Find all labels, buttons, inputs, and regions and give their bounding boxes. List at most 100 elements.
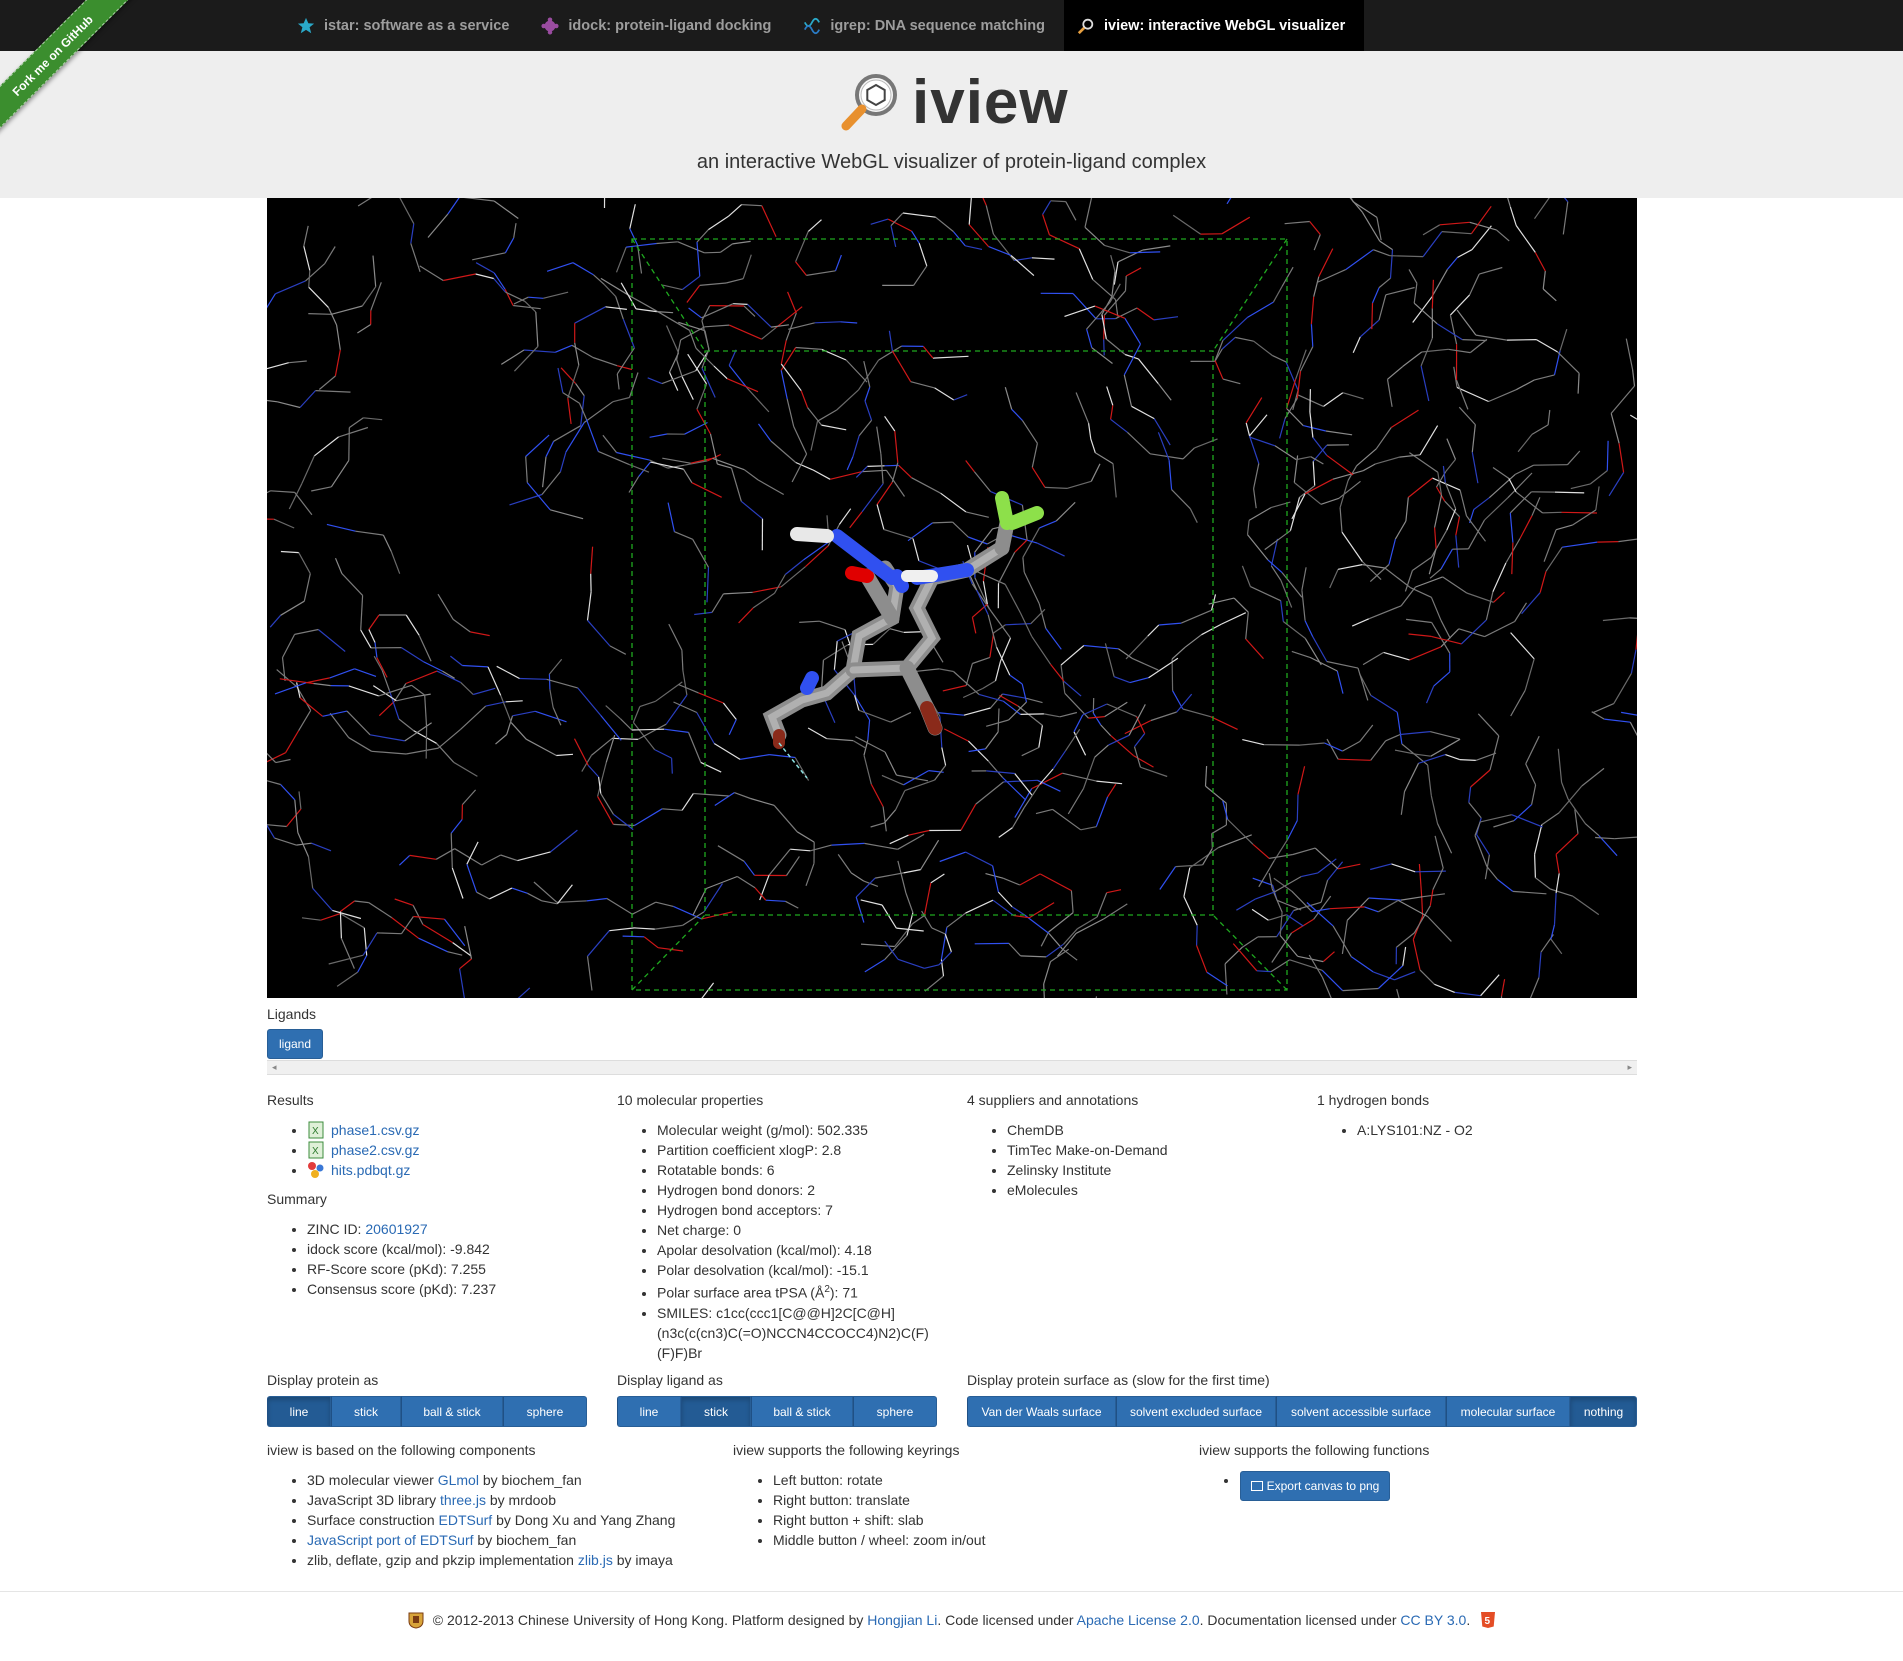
protein-bond	[952, 521, 969, 538]
protein-bond	[1614, 836, 1637, 840]
glmol-link[interactable]: GLmol	[438, 1472, 479, 1488]
apache-license-link[interactable]: Apache License 2.0	[1077, 1612, 1200, 1628]
protein-bond	[1570, 483, 1591, 490]
smiles-line: (n3c(c(cn3)C(=O)NCCN4CCOCC4)N2)C(F)	[657, 1324, 929, 1341]
protein-bond	[880, 453, 884, 484]
protein-bond	[1110, 418, 1128, 433]
protein-stick-button[interactable]: stick	[331, 1396, 401, 1427]
ligand-sphere-button[interactable]: sphere	[853, 1396, 937, 1427]
protein-bond	[1038, 603, 1047, 629]
list-item: Partition coefficient xlogP: 2.8	[657, 1140, 947, 1160]
designer-link[interactable]: Hongjian Li	[867, 1612, 937, 1628]
protein-bond	[1320, 497, 1340, 505]
export-canvas-button[interactable]: Export canvas to png	[1240, 1471, 1390, 1501]
protein-bond	[1514, 602, 1528, 622]
protein-bond	[1535, 877, 1551, 890]
molecule-viewer-canvas[interactable]	[267, 198, 1637, 998]
protein-bond	[1531, 424, 1549, 435]
protein-bond	[855, 696, 871, 721]
protein-bond	[1529, 977, 1540, 998]
protein-bond	[267, 780, 281, 786]
protein-bond	[1480, 814, 1512, 823]
protein-bond	[1246, 301, 1274, 319]
file-link-phase1[interactable]: phase1.csv.gz	[331, 1122, 419, 1138]
cc-license-link[interactable]: CC BY 3.0	[1400, 1612, 1466, 1628]
protein-bond	[668, 371, 679, 391]
protein-bond	[1304, 478, 1334, 495]
protein-bond	[466, 864, 478, 893]
protein-bond	[1043, 713, 1061, 718]
protein-bond	[858, 419, 873, 436]
protein-bond	[1534, 854, 1536, 878]
protein-bond	[698, 692, 724, 704]
ligand-line-button[interactable]: line	[617, 1396, 681, 1427]
protein-bond	[341, 573, 364, 596]
svg-text:X: X	[312, 1146, 319, 1157]
protein-bond	[299, 697, 323, 717]
zlibjs-link[interactable]: zlib.js	[578, 1552, 613, 1568]
edtsurf-link[interactable]: EDTSurf	[439, 1512, 493, 1528]
protein-bond	[850, 872, 865, 882]
protein-bond	[1134, 733, 1146, 748]
edtsurf-js-port-link[interactable]: JavaScript port of EDTSurf	[307, 1532, 474, 1548]
protein-bond	[682, 468, 693, 484]
protein-bond	[475, 262, 495, 274]
keyrings-list: Left button: rotate Right button: transl…	[733, 1470, 1173, 1550]
scroll-left-icon[interactable]: ◂	[272, 1062, 277, 1073]
protein-bond	[673, 701, 698, 714]
vdw-surface-button[interactable]: Van der Waals surface	[967, 1396, 1116, 1427]
tab-idock[interactable]: idock: protein-ligand docking	[528, 0, 790, 51]
ligand-ball-stick-button[interactable]: ball & stick	[751, 1396, 853, 1427]
protein-bond	[1542, 511, 1562, 514]
protein-line-button[interactable]: line	[267, 1396, 331, 1427]
protein-bond	[1124, 353, 1139, 360]
protein-bond	[1210, 716, 1238, 730]
protein-bond	[267, 362, 289, 370]
ligand-button[interactable]: ligand	[267, 1029, 323, 1059]
protein-bond	[1105, 338, 1126, 355]
protein-bond	[329, 712, 350, 739]
protein-sphere-button[interactable]: sphere	[503, 1396, 587, 1427]
file-link-hits[interactable]: hits.pdbqt.gz	[331, 1162, 410, 1178]
tab-igrep[interactable]: igrep: DNA sequence matching	[790, 0, 1064, 51]
protein-bond	[1310, 456, 1324, 465]
protein-bond	[912, 538, 920, 561]
protein-bond	[1253, 340, 1273, 357]
threejs-link[interactable]: three.js	[440, 1492, 486, 1508]
protein-bond	[700, 761, 722, 773]
protein-bond	[867, 719, 871, 741]
tab-istar[interactable]: istar: software as a service	[284, 0, 528, 51]
protein-bond	[1205, 785, 1227, 804]
protein-bond	[587, 619, 611, 647]
protein-bond	[1253, 488, 1257, 509]
protein-bond	[552, 707, 562, 726]
protein-bond	[481, 854, 501, 866]
protein-wireframe	[267, 198, 1637, 998]
file-link-phase2[interactable]: phase2.csv.gz	[331, 1142, 419, 1158]
protein-bond	[1103, 903, 1128, 920]
protein-bond	[328, 954, 364, 965]
protein-ball-stick-button[interactable]: ball & stick	[401, 1396, 503, 1427]
zinc-id-link[interactable]: 20601927	[365, 1221, 427, 1237]
protein-bond	[1061, 948, 1078, 961]
no-surface-button[interactable]: nothing	[1570, 1396, 1637, 1427]
protein-bond	[1045, 628, 1062, 650]
molecular-surface-button[interactable]: molecular surface	[1446, 1396, 1570, 1427]
ligand-stick-button[interactable]: stick	[681, 1396, 751, 1427]
protein-bond	[336, 324, 341, 350]
scroll-right-icon[interactable]: ▸	[1627, 1062, 1632, 1073]
protein-bond	[1304, 620, 1314, 637]
protein-bond	[876, 504, 885, 530]
protein-bond	[1436, 823, 1453, 854]
solvent-excluded-surface-button[interactable]: solvent excluded surface	[1116, 1396, 1276, 1427]
solvent-accessible-surface-button[interactable]: solvent accessible surface	[1276, 1396, 1446, 1427]
protein-bond	[1352, 336, 1361, 353]
protein-bond	[1562, 541, 1598, 548]
protein-bond	[1550, 938, 1563, 955]
protein-bond	[523, 349, 556, 353]
ligand-scrollbar[interactable]: ◂ ▸	[267, 1060, 1637, 1075]
protein-bond	[288, 360, 307, 364]
protein-bond	[525, 434, 550, 457]
protein-bond	[854, 695, 860, 711]
tab-iview[interactable]: iview: interactive WebGL visualizer	[1063, 0, 1365, 51]
